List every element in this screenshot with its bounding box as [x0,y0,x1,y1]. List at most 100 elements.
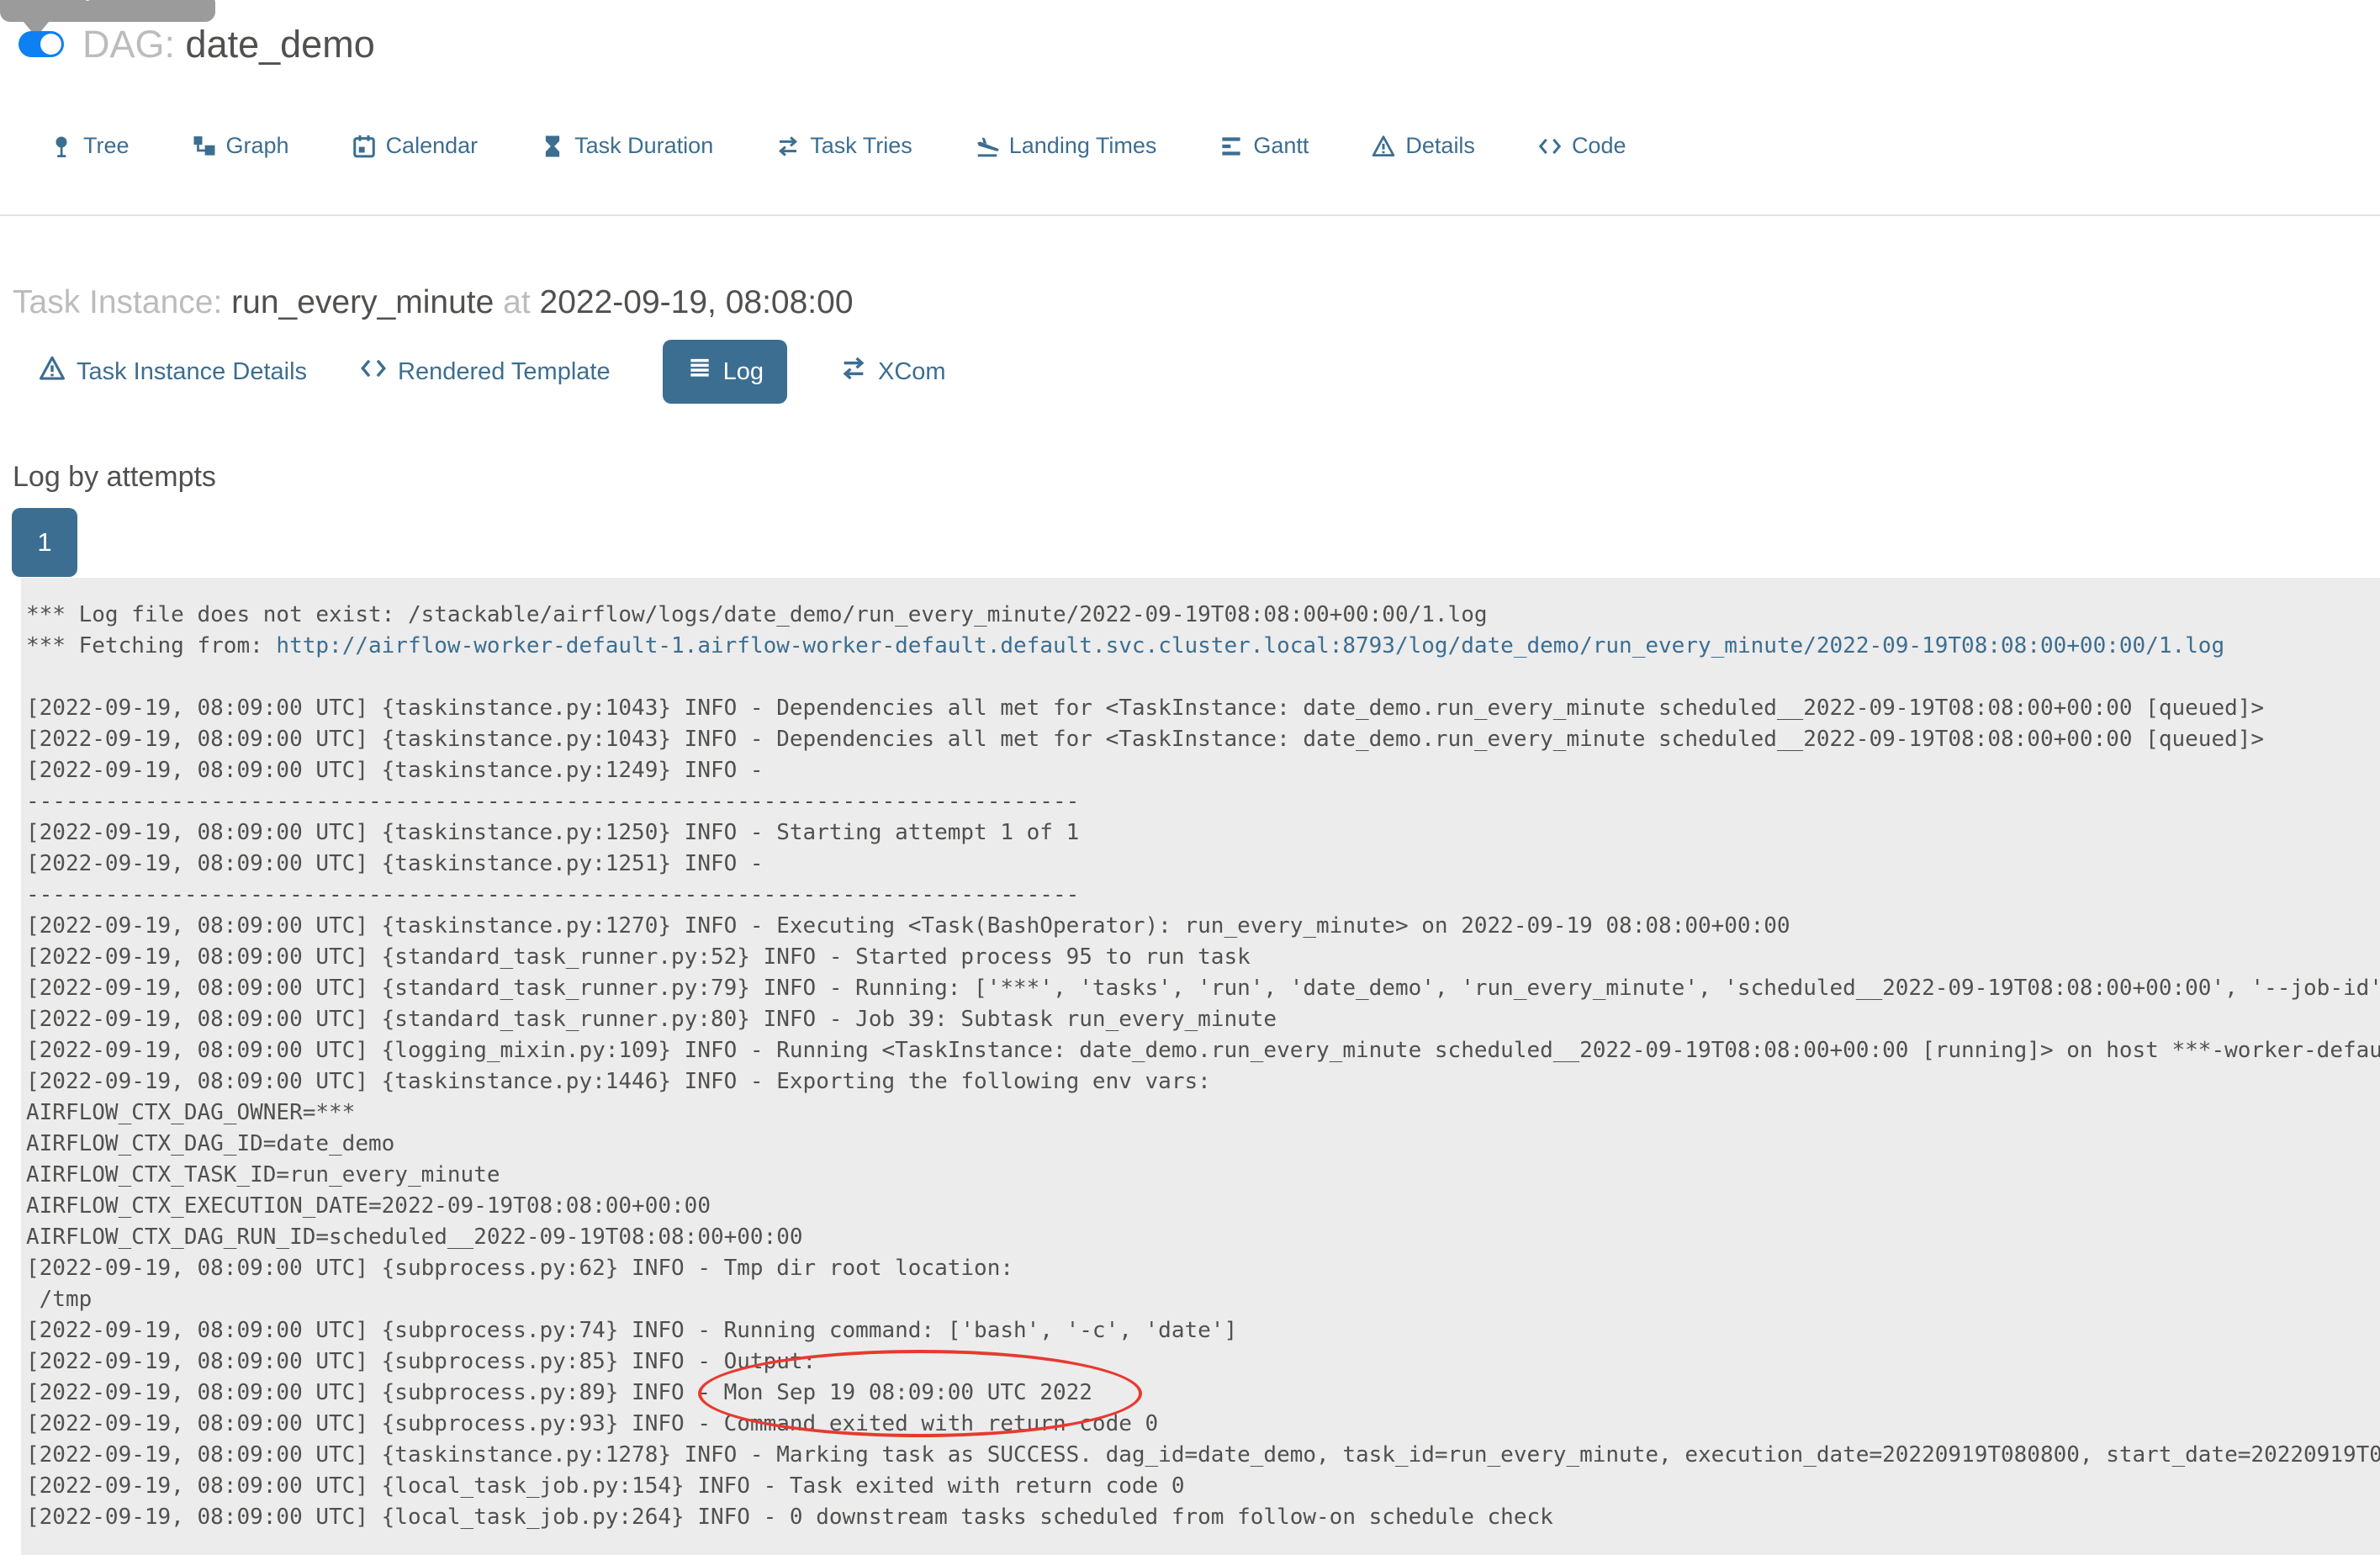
nav-item-landing-times[interactable]: Landing Times [975,133,1157,159]
toggle-knob [40,34,61,55]
nav-item-label: Task Duration [574,133,714,158]
log-line: [2022-09-19, 08:09:00 UTC] {local_task_j… [26,1471,2380,1502]
tab-rendered-template[interactable]: Rendered Template [359,354,611,389]
log-text: AIRFLOW_CTX_EXECUTION_DATE=2022-09-19T08… [26,1193,711,1219]
log-text: *** Fetching from: [26,633,277,658]
dag-label: DAG: [82,23,176,66]
dag-pause-toggle[interactable] [19,31,64,57]
dag-name: date_demo [185,23,375,66]
log-line: [2022-09-19, 08:09:00 UTC] {taskinstance… [26,693,2380,724]
log-line: [2022-09-19, 08:09:00 UTC] {standard_tas… [26,1004,2380,1035]
log-line: [2022-09-19, 08:09:00 UTC] {subprocess.p… [26,1378,2380,1409]
log-line: [2022-09-19, 08:09:00 UTC] {taskinstance… [26,755,2380,786]
task-instance-name: run_every_minute [231,284,495,320]
log-text: ----------------------------------------… [26,789,1080,814]
log-line: [2022-09-19, 08:09:00 UTC] {subprocess.p… [26,1253,2380,1284]
log-text: ----------------------------------------… [26,882,1080,907]
attempt-1-button[interactable]: 1 [12,508,77,577]
at-label: at [503,284,531,320]
log-line: ----------------------------------------… [26,880,2380,911]
log-line: *** Fetching from: http://airflow-worker… [26,631,2380,662]
log-line: [2022-09-19, 08:09:00 UTC] {local_task_j… [26,1502,2380,1533]
log-text: [2022-09-19, 08:09:00 UTC] {taskinstance… [26,820,1080,845]
log-text: [2022-09-19, 08:09:00 UTC] {taskinstance… [26,1069,1211,1094]
log-text: /tmp [26,1287,93,1312]
hourglass-icon [540,134,565,159]
log-line: [2022-09-19, 08:09:00 UTC] {subprocess.p… [26,1346,2380,1378]
nav-item-label: Details [1405,133,1475,158]
log-text: [2022-09-19, 08:09:00 UTC] {local_task_j… [26,1473,1185,1499]
log-text: AIRFLOW_CTX_TASK_ID=run_every_minute [26,1162,500,1187]
gantt-bars-icon [1219,134,1244,159]
log-text: [2022-09-19, 08:09:00 UTC] {subprocess.p… [26,1411,1159,1436]
nav-item-label: Landing Times [1008,133,1157,158]
nav-item-details[interactable]: Details [1371,133,1475,159]
log-text: [2022-09-19, 08:09:00 UTC] {taskinstance… [26,851,777,876]
tab-label: Rendered Template [398,357,611,385]
plane-landing-icon [975,134,1000,159]
nav-item-task-tries[interactable]: Task Tries [775,133,912,159]
log-line: AIRFLOW_CTX_EXECUTION_DATE=2022-09-19T08… [26,1191,2380,1222]
tree-icon [49,134,74,159]
tab-label: XCom [877,357,946,385]
graph-icon [192,134,217,159]
nav-item-task-duration[interactable]: Task Duration [540,133,713,159]
nav-item-code[interactable]: Code [1537,133,1626,159]
log-line: [2022-09-19, 08:09:00 UTC] {taskinstance… [26,817,2380,849]
repeat-icon [839,354,868,389]
task-instance-datetime: 2022-09-19, 08:08:00 [539,284,854,320]
log-text: AIRFLOW_CTX_DAG_RUN_ID=scheduled__2022-0… [26,1224,803,1250]
task-instance-label: Task Instance: [13,284,223,320]
warning-triangle-icon [1371,134,1396,159]
log-text: [2022-09-19, 08:09:00 UTC] {local_task_j… [26,1505,1553,1530]
log-text: AIRFLOW_CTX_DAG_ID=date_demo [26,1131,395,1156]
log-line: /tmp [26,1284,2380,1315]
log-line: AIRFLOW_CTX_TASK_ID=run_every_minute [26,1160,2380,1191]
code-icon [359,354,388,389]
log-text: [2022-09-19, 08:09:00 UTC] {subprocess.p… [26,1256,1013,1281]
nav-item-label: Task Tries [810,133,912,158]
log-line: [2022-09-19, 08:09:00 UTC] {taskinstance… [26,1066,2380,1097]
log-text: [2022-09-19, 08:09:00 UTC] {standard_tas… [26,1007,1277,1032]
log-text: AIRFLOW_CTX_DAG_OWNER=*** [26,1100,356,1125]
task-instance-tabs: Task Instance Details Rendered Template … [38,340,946,404]
airflow-task-log-page: DAG: date_demo Tree Graph Calendar Task … [0,0,2380,1555]
nav-item-label: Gantt [1253,133,1309,158]
log-line: [2022-09-19, 08:09:00 UTC] {taskinstance… [26,911,2380,942]
log-line: [2022-09-19, 08:09:00 UTC] {standard_tas… [26,942,2380,973]
log-text: [2022-09-19, 08:09:00 UTC] {subprocess.p… [26,1380,1092,1405]
nav-item-label: Graph [225,133,289,158]
log-line: ----------------------------------------… [26,786,2380,817]
log-lines: *** Log file does not exist: /stackable/… [26,600,2380,1533]
nav-item-tree[interactable]: Tree [49,133,130,159]
log-text: [2022-09-19, 08:09:00 UTC] {taskinstance… [26,727,2265,752]
log-line: [2022-09-19, 08:09:00 UTC] {taskinstance… [26,724,2380,755]
tooltip-dot [84,0,91,1]
tab-label: Log [722,357,764,385]
nav-item-calendar[interactable]: Calendar [352,133,479,159]
log-text: [2022-09-19, 08:09:00 UTC] {taskinstance… [26,696,2265,721]
nav-item-label: Calendar [385,133,479,158]
log-text: *** Log file does not exist: /stackable/… [26,602,1488,627]
log-text: [2022-09-19, 08:09:00 UTC] {taskinstance… [26,758,777,783]
nav-item-graph[interactable]: Graph [192,133,289,159]
log-line: [2022-09-19, 08:09:00 UTC] {taskinstance… [26,1440,2380,1471]
log-text: [2022-09-19, 08:09:00 UTC] {taskinstance… [26,1442,2380,1468]
log-fetch-url-link[interactable]: http://airflow-worker-default-1.airflow-… [276,633,2224,658]
log-line: [2022-09-19, 08:09:00 UTC] {subprocess.p… [26,1409,2380,1440]
log-text: [2022-09-19, 08:09:00 UTC] {logging_mixi… [26,1038,2380,1063]
log-text: [2022-09-19, 08:09:00 UTC] {subprocess.p… [26,1349,817,1374]
tab-log[interactable]: Log [662,340,787,404]
nav-item-gantt[interactable]: Gantt [1219,133,1309,159]
page-title: DAG: date_demo [82,25,375,63]
task-instance-heading: Task Instance: run_every_minute at 2022-… [13,284,854,321]
nav-item-label: Code [1571,133,1626,158]
list-lines-icon [686,355,713,389]
tab-task-instance-details[interactable]: Task Instance Details [38,354,307,389]
code-icon [1537,134,1563,159]
log-line: AIRFLOW_CTX_DAG_ID=date_demo [26,1129,2380,1160]
tooltip-fragment [0,0,215,22]
log-line: *** Log file does not exist: /stackable/… [26,600,2380,631]
tab-xcom[interactable]: XCom [839,354,946,389]
log-line: [2022-09-19, 08:09:00 UTC] {standard_tas… [26,973,2380,1004]
